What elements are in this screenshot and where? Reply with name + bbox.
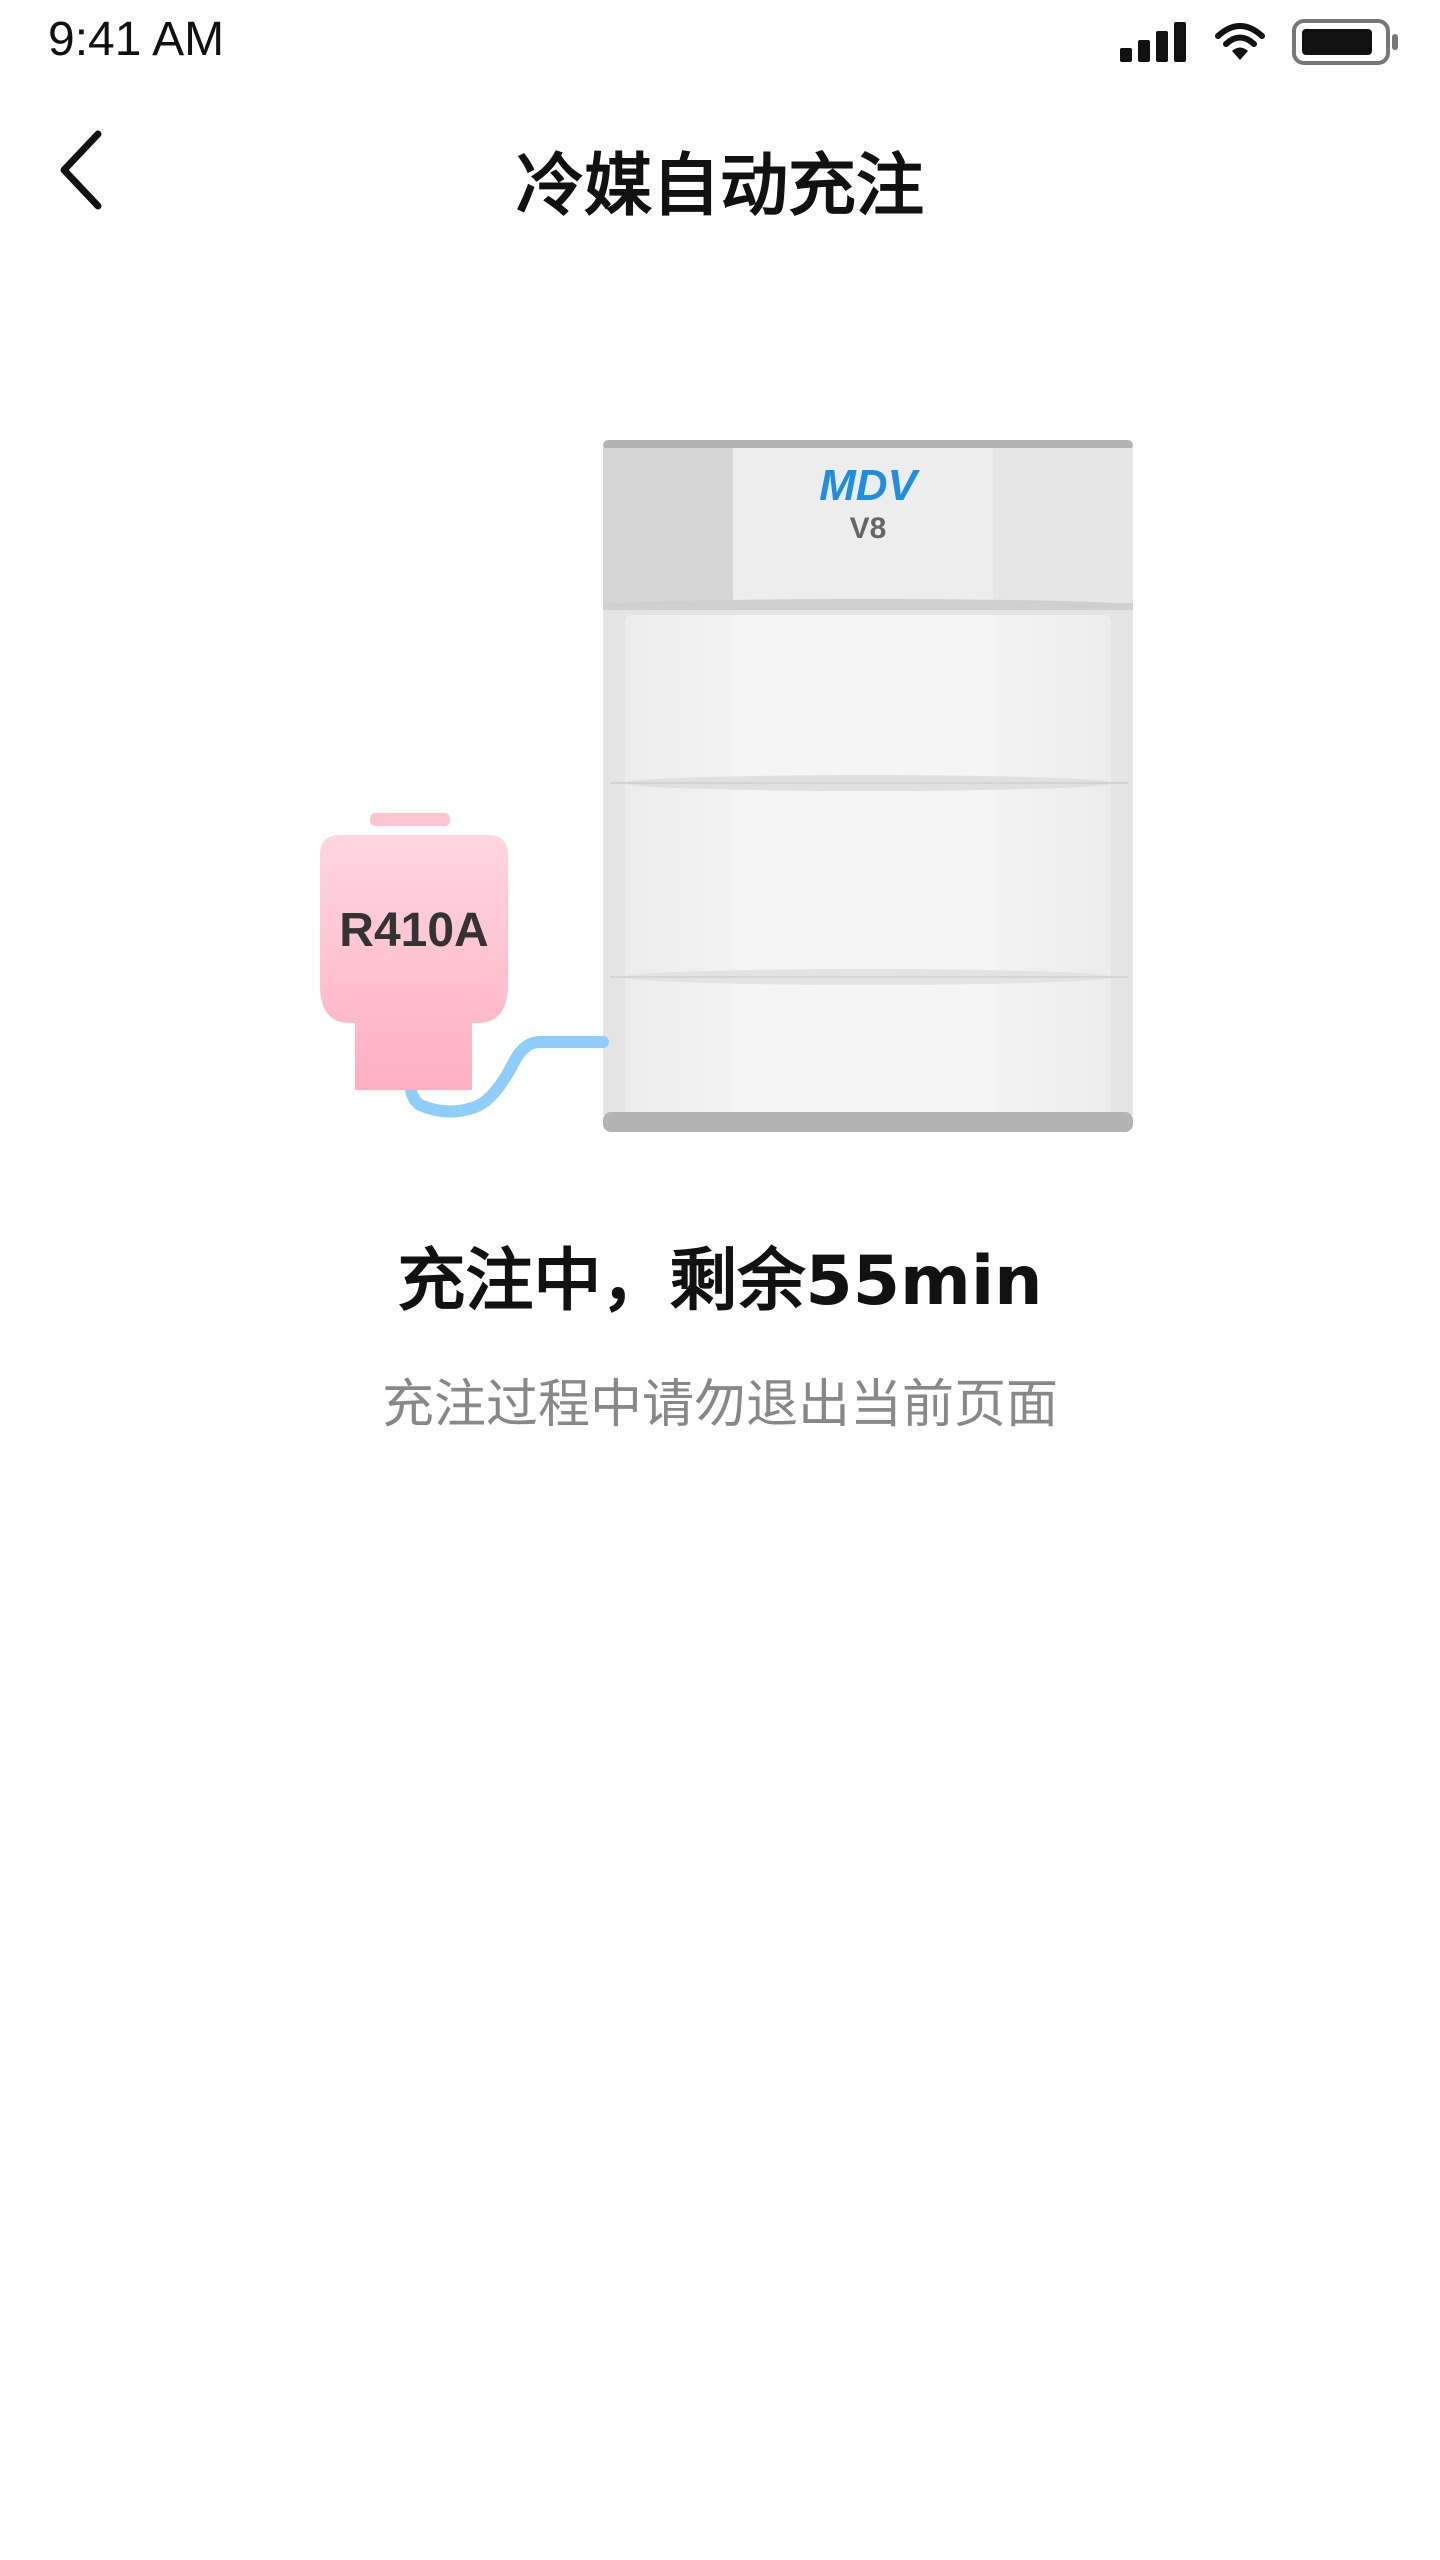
battery-icon <box>1292 19 1398 65</box>
page-title: 冷媒自动充注 <box>515 147 924 226</box>
cellular-signal-icon <box>1120 22 1186 62</box>
status-bar: 9:41 AM <box>0 0 1440 84</box>
charging-illustration: MDV V8 R410A <box>300 420 1160 1140</box>
outdoor-unit: MDV V8 <box>603 440 1133 1132</box>
charging-hint: 充注过程中请勿退出当前页面 <box>381 1375 1058 1435</box>
status-time: 9:41 AM <box>48 13 225 66</box>
unit-model-label: V8 <box>850 512 887 545</box>
status-icons <box>1118 18 1400 66</box>
nav-bar: 冷媒自动充注 <box>0 100 1440 240</box>
refrigerant-tank: R410A <box>320 813 508 1090</box>
charging-illustration-svg: MDV V8 R410A <box>320 440 1133 1132</box>
tank-label: R410A <box>339 904 488 957</box>
charging-status: 充注中，剩余55min <box>397 1242 1043 1321</box>
wifi-icon <box>1215 23 1265 60</box>
unit-brand-logo: MDV <box>819 461 920 510</box>
